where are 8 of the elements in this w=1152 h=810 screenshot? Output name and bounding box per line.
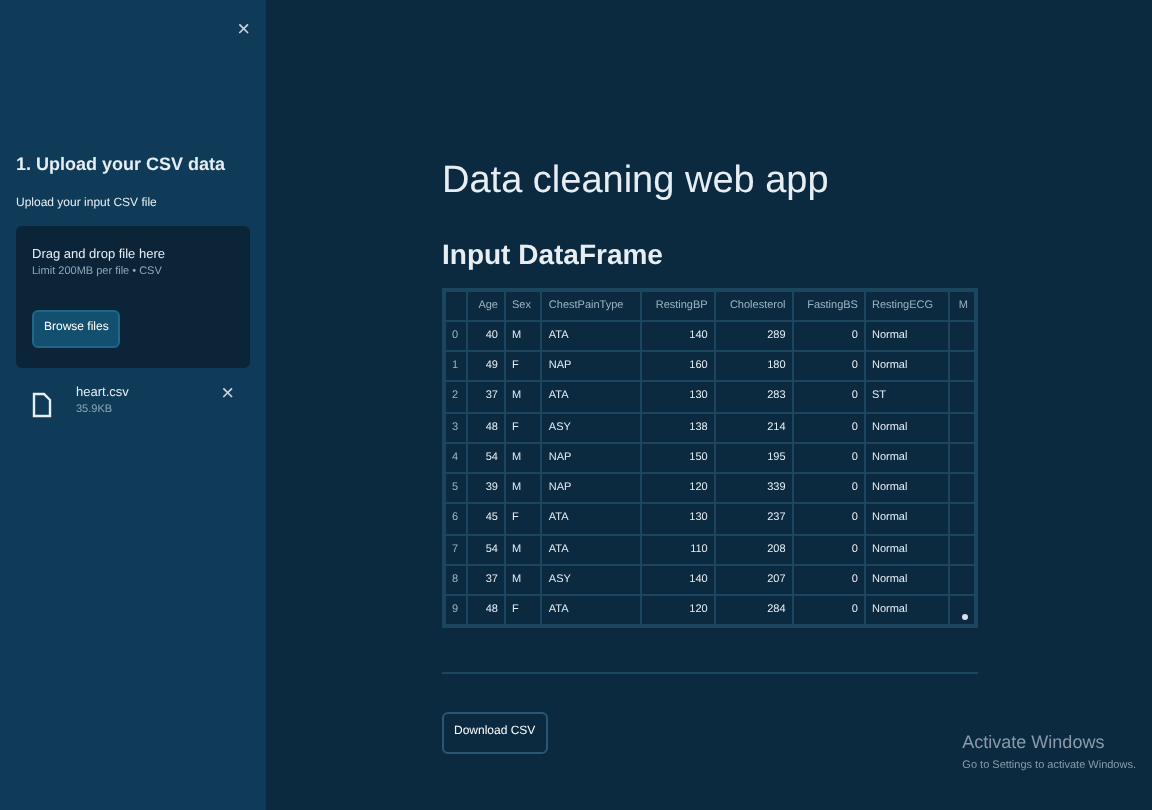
page-title: Data cleaning web app: [442, 160, 831, 206]
remove-file-button[interactable]: ×: [221, 383, 234, 405]
file-icon: [32, 391, 52, 417]
scrollbar-thumb[interactable]: [962, 614, 968, 621]
section-heading: Input DataFrame: [442, 237, 665, 272]
activation-title: Activate Windows: [962, 730, 1107, 757]
sidebar-heading: 1. Upload your CSV data: [16, 152, 228, 178]
close-button[interactable]: ×: [237, 20, 250, 42]
